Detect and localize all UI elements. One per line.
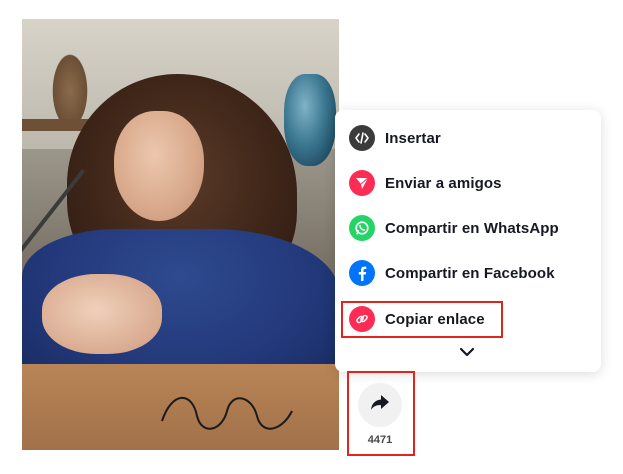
table-doodle bbox=[161, 396, 293, 430]
share-arrow-icon bbox=[370, 394, 390, 417]
share-menu: Insertar Enviar a amigos Compartir en Wh… bbox=[335, 110, 601, 372]
whatsapp-icon bbox=[349, 215, 375, 241]
share-option-label: Copiar enlace bbox=[385, 310, 485, 328]
video-thumbnail[interactable] bbox=[22, 19, 339, 450]
link-icon bbox=[349, 306, 375, 332]
girl-hand bbox=[42, 274, 162, 354]
share-option-label: Enviar a amigos bbox=[385, 174, 502, 192]
share-option-label: Compartir en WhatsApp bbox=[385, 219, 559, 237]
share-count: 4471 bbox=[367, 434, 393, 446]
share-option-copy-link[interactable]: Copiar enlace bbox=[341, 301, 595, 337]
deer-trophy bbox=[50, 49, 90, 119]
share-option-facebook[interactable]: Compartir en Facebook bbox=[341, 255, 595, 291]
embed-code-icon bbox=[349, 125, 375, 151]
share-option-embed[interactable]: Insertar bbox=[341, 120, 595, 156]
girl-face bbox=[114, 111, 204, 221]
chevron-down-icon[interactable] bbox=[457, 344, 477, 360]
share-option-label: Compartir en Facebook bbox=[385, 264, 555, 282]
punching-bag bbox=[284, 74, 336, 166]
share-option-whatsapp[interactable]: Compartir en WhatsApp bbox=[341, 210, 595, 246]
facebook-icon bbox=[349, 260, 375, 286]
share-option-label: Insertar bbox=[385, 129, 441, 147]
share-option-send-to-friends[interactable]: Enviar a amigos bbox=[341, 165, 595, 201]
send-paper-plane-icon bbox=[349, 170, 375, 196]
share-button[interactable] bbox=[358, 383, 402, 427]
